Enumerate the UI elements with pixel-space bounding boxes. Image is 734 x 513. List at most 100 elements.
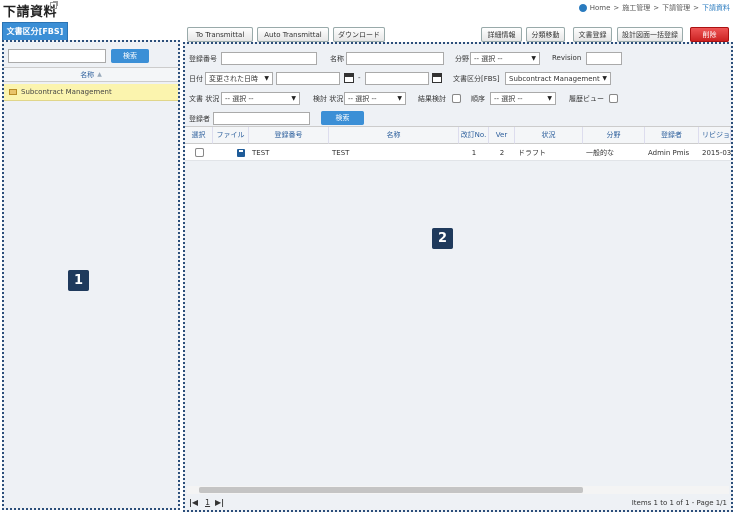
doc-class-label: 文書区分[FBS] [453,75,500,83]
registrant-label: 登録者 [189,115,210,123]
name-input[interactable] [346,52,444,65]
delete-button[interactable]: 削除 [690,27,729,42]
cell-name[interactable]: TEST [329,145,459,161]
tree-item-label: Subcontract Management [21,88,112,96]
chevron-down-icon: ▼ [291,95,296,102]
column-header-status[interactable]: 状況 [515,127,583,144]
order-label: 順序 [471,95,485,103]
breadcrumb-separator: > [613,4,620,12]
pager-summary: Items 1 to 1 of 1 - Page 1/1 [631,499,727,507]
result-review-label: 結果検討 [418,95,446,103]
tree-column-header[interactable]: 名称 ▲ [4,67,178,82]
column-header-name[interactable]: 名称 [329,127,459,144]
breadcrumb-item-home[interactable]: Home [590,4,611,12]
review-status-value: -- 選択 -- [348,94,377,103]
field-select-value: -- 選択 -- [474,54,503,63]
doc-status-label: 文書 状況 [189,95,220,103]
tree-item[interactable]: Subcontract Management [4,84,178,101]
chevron-down-icon: ▼ [397,95,402,102]
date-to-input[interactable] [365,72,429,85]
pager: |◀ 1 ▶| Items 1 to 1 of 1 - Page 1/1 [185,496,731,510]
cell-registrant: Admin Pmis [645,145,699,161]
doc-class-value: Subcontract Management [509,74,600,83]
scrollbar-thumb[interactable] [199,487,583,493]
last-page-button[interactable]: ▶| [215,498,224,507]
row-checkbox[interactable] [194,148,204,157]
chevron-down-icon: ▼ [264,75,269,82]
calendar-icon[interactable] [432,73,442,83]
details-button[interactable]: 詳細情報 [481,27,522,42]
column-header-rev-no[interactable]: 改訂No. [459,127,489,144]
column-header-ver[interactable]: Ver [489,127,515,144]
chevron-down-icon: ▼ [531,55,536,62]
column-header-file[interactable]: ファイル [213,127,249,144]
save-file-icon[interactable] [237,148,245,157]
chevron-down-icon: ▼ [547,95,552,102]
cell-reg-no: TEST [249,145,329,161]
tree-search-button[interactable]: 検索 [111,49,149,63]
cell-field: 一般的な [583,145,645,161]
cell-revision: 2015-03 [699,145,731,161]
review-status-label: 検討 状況 [313,95,344,103]
revision-input[interactable] [586,52,622,65]
page-number-link[interactable]: 1 [205,498,210,507]
order-select[interactable]: -- 選択 -- ▼ [490,92,556,105]
revision-label: Revision [552,54,582,62]
date-from-input[interactable] [276,72,340,85]
auto-transmittal-button[interactable]: Auto Transmittal [257,27,329,42]
calendar-icon[interactable] [344,73,354,83]
search-button[interactable]: 検索 [321,111,364,125]
doc-register-button[interactable]: 文書登録 [573,27,612,42]
document-grid: 選択 ファイル 登録番号 名称 改訂No. Ver 状況 分野 登録者 リビジョ… [185,126,731,161]
sort-icon: ▲ [97,71,102,78]
result-review-checkbox[interactable] [452,94,461,103]
review-status-select[interactable]: -- 選択 -- ▼ [344,92,406,105]
doc-status-value: -- 選択 -- [225,94,254,103]
date-range-separator: - [358,74,361,82]
name-label: 名称 [330,55,344,63]
column-header-reg-no[interactable]: 登録番号 [249,127,329,144]
breadcrumb: Home > 施工管理 > 下請管理 > 下請資料 [578,3,730,13]
tree-search-input[interactable] [8,49,106,63]
doc-class-select[interactable]: Subcontract Management ▼ [505,72,611,85]
external-link-icon[interactable] [50,1,58,9]
horizontal-scrollbar[interactable] [187,486,729,494]
chevron-down-icon: ▼ [602,75,607,82]
breadcrumb-item-construction[interactable]: 施工管理 [622,3,650,13]
field-select[interactable]: -- 選択 -- ▼ [470,52,540,65]
left-panel: 検索 名称 ▲ Subcontract Management 1 [2,40,180,510]
folder-icon [9,89,17,95]
tab-doc-class-fbs[interactable]: 文書区分[FBS] [2,22,68,40]
column-header-select[interactable]: 選択 [185,127,213,144]
category-move-button[interactable]: 分類移動 [526,27,565,42]
reg-no-label: 登録番号 [189,55,217,63]
column-header-registrant[interactable]: 登録者 [645,127,699,144]
history-view-checkbox[interactable] [609,94,618,103]
download-button[interactable]: ダウンロード [333,27,385,42]
right-panel: 登録番号 名称 分野 -- 選択 -- ▼ Revision 日付 変更された日時… [183,42,733,512]
reg-no-input[interactable] [221,52,317,65]
to-transmittal-button[interactable]: To Transmittal [187,27,253,42]
date-type-select[interactable]: 変更された日時 ▼ [205,72,273,85]
home-icon[interactable] [578,4,587,12]
field-label: 分野 [455,55,469,63]
breadcrumb-item-current: 下請資料 [702,4,730,12]
cell-ver: 2 [489,145,515,161]
doc-status-select[interactable]: -- 選択 -- ▼ [221,92,300,105]
page-title: 下請資料 [3,5,58,20]
breadcrumb-separator: > [653,4,660,12]
date-type-value: 変更された日時 [209,74,258,83]
cell-rev-no: 1 [459,145,489,161]
bulk-register-button[interactable]: 設計図面一括登録 [617,27,683,42]
panel-number-badge: 2 [432,228,453,249]
breadcrumb-item-subcontract[interactable]: 下請管理 [662,3,690,13]
column-header-field[interactable]: 分野 [583,127,645,144]
column-header-revision[interactable]: リビジョン [699,127,731,144]
cell-status: ドラフト [515,145,583,161]
panel-number-badge: 1 [68,270,89,291]
history-view-label: 履歴ビュー [569,95,604,103]
first-page-button[interactable]: |◀ [189,498,198,507]
date-label: 日付 [189,75,203,83]
registrant-input[interactable] [213,112,310,125]
breadcrumb-separator: > [693,4,699,12]
